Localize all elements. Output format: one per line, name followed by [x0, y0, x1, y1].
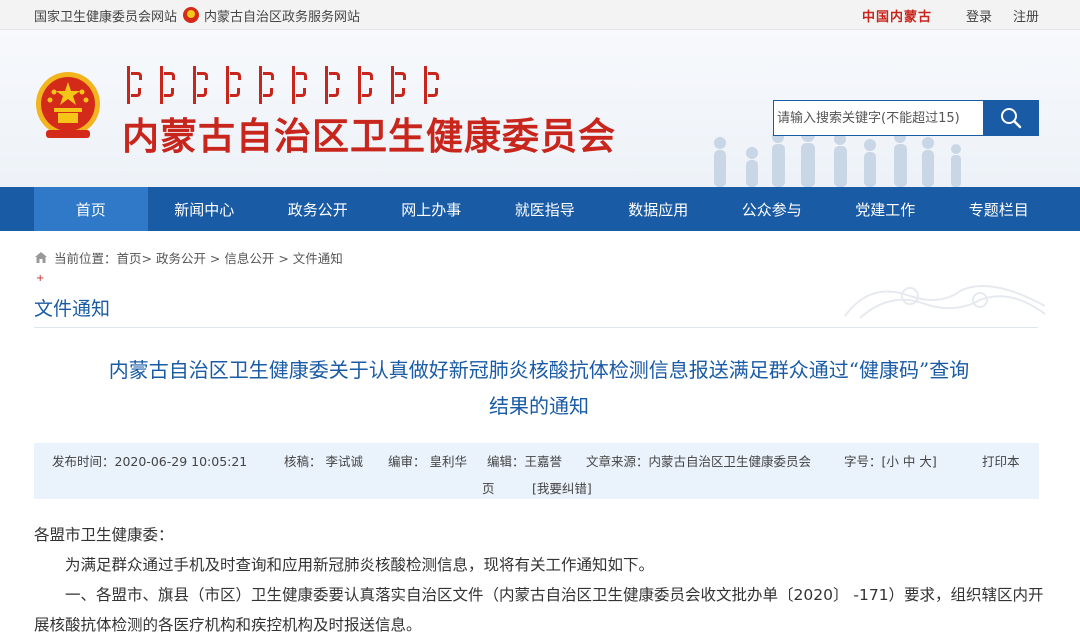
main-nav: 首页 新闻中心 政务公开 网上办事 就医指导 数据应用 公众参与 党建工作 专题… [0, 187, 1080, 231]
print-link-part-2[interactable]: 页 [482, 478, 495, 497]
site-title: 内蒙古自治区卫生健康委员会 [122, 115, 616, 158]
section-title: 文件通知 [34, 298, 111, 320]
article-body: 各盟市卫生健康委： 为满足群众通过手机及时查询和应用新冠肺炎核酸检测信息，现将有… [34, 520, 1044, 640]
nav-item-data-apps[interactable]: 数据应用 [602, 187, 716, 231]
salutation: 各盟市卫生健康委： [34, 526, 174, 544]
nav-item-home[interactable]: 首页 [34, 187, 148, 231]
nav-item-news[interactable]: 新闻中心 [148, 187, 262, 231]
login-link[interactable]: 登录 [966, 6, 992, 25]
editor-reviewer: 编审： 皇利华 [388, 454, 467, 469]
search-icon [1000, 108, 1021, 129]
article-title-line-1: 内蒙古自治区卫生健康委关于认真做好新冠肺炎核酸抗体检测信息报送满足群众通过“健康… [108, 358, 970, 382]
breadcrumb: 当前位置： 首页> 政务公开 > 信息公开 > 文件通知 [34, 248, 343, 267]
nav-item-public-participation[interactable]: 公众参与 [715, 187, 829, 231]
national-emblem-icon[interactable] [34, 70, 102, 142]
top-links: 国家卫生健康委员会网站 内蒙古自治区政务服务网站 [34, 6, 360, 25]
search-button[interactable] [983, 101, 1038, 135]
report-error-link[interactable]: [我要纠错] [532, 478, 592, 497]
nav-item-medical-guide[interactable]: 就医指导 [488, 187, 602, 231]
link-gov-service[interactable]: 内蒙古自治区政务服务网站 [204, 6, 360, 25]
compiler: 编辑：王嘉誉 [487, 454, 563, 469]
paragraph-1: 为满足群众通过手机及时查询和应用新冠肺炎核酸检测信息，现将有关工作通知如下。 [65, 556, 655, 574]
mongolian-script-title [127, 66, 439, 106]
plus-marker: + [36, 273, 45, 284]
search-box [773, 100, 1039, 136]
site-header: 内蒙古自治区卫生健康委员会 [0, 30, 1080, 187]
article-title: 内蒙古自治区卫生健康委关于认真做好新冠肺炎核酸抗体检测信息报送满足群众通过“健康… [34, 352, 1044, 424]
nav-item-special-topics[interactable]: 专题栏目 [942, 187, 1056, 231]
breadcrumb-label: 当前位置： [54, 251, 117, 266]
paragraph-2: 一、各盟市、旗县（市区）卫生健康委要认真落实自治区文件（内蒙古自治区卫生健康委员… [34, 586, 1044, 634]
publish-time: 发布时间：2020-06-29 10:05:21 [52, 454, 248, 469]
article-title-line-2: 结果的通知 [489, 394, 589, 418]
breadcrumb-path[interactable]: 首页> 政务公开 > 信息公开 > 文件通知 [117, 248, 343, 267]
nav-item-party-building[interactable]: 党建工作 [829, 187, 943, 231]
section-divider [34, 327, 1038, 328]
reviewer: 核稿： 李试诚 [284, 454, 363, 469]
national-emblem-icon [183, 6, 200, 23]
print-link-part-1[interactable]: 打印本 [982, 451, 1020, 470]
nav-item-gov-affairs[interactable]: 政务公开 [261, 187, 375, 231]
register-link[interactable]: 注册 [1013, 6, 1039, 25]
china-inner-mongolia-logo[interactable]: 中国内蒙古 [862, 6, 932, 25]
article-source: 文章来源：内蒙古自治区卫生健康委员会 [586, 454, 812, 469]
article-meta-bar: 发布时间：2020-06-29 10:05:21 核稿： 李试诚 编审： 皇利华… [34, 443, 1039, 499]
search-input[interactable] [774, 101, 984, 135]
top-bar: 国家卫生健康委员会网站 内蒙古自治区政务服务网站 中国内蒙古 登录 注册 [0, 0, 1080, 30]
home-icon [35, 252, 47, 263]
link-nhc[interactable]: 国家卫生健康委员会网站 [34, 6, 177, 25]
nav-item-online-services[interactable]: 网上办事 [375, 187, 489, 231]
cloud-pattern-decoration [844, 285, 1046, 319]
font-size-switcher[interactable]: 字号：[小 中 大] [844, 451, 937, 470]
